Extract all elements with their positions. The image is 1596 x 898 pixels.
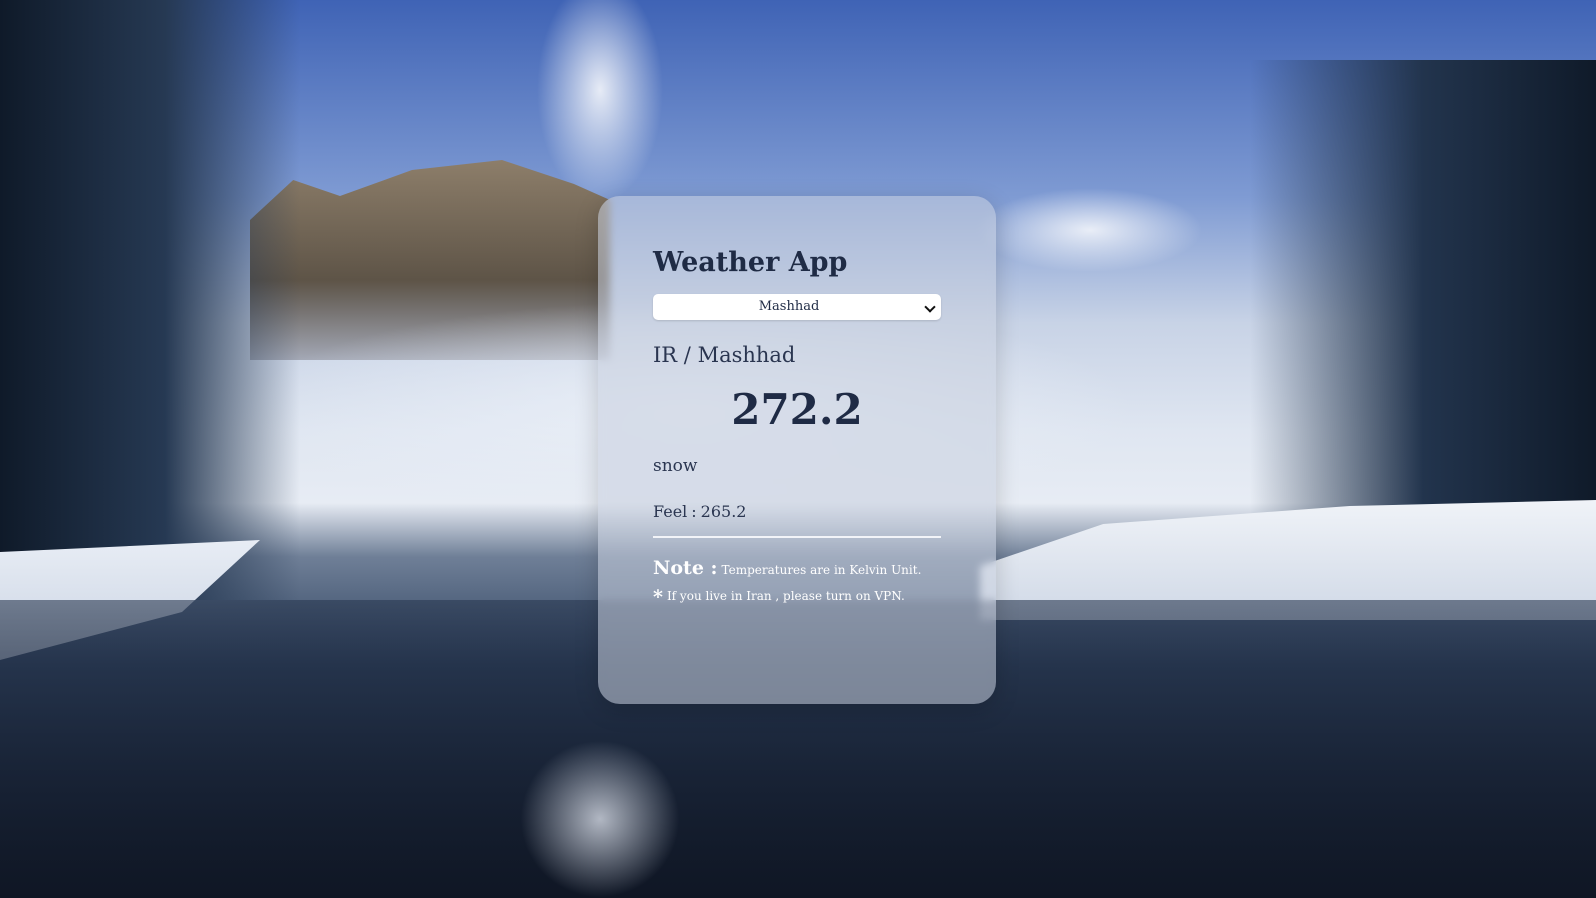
kelvin-note: Note : Temperatures are in Kelvin Unit.	[653, 556, 941, 582]
divider	[653, 536, 941, 538]
weather-card-content: Weather App Mashhad IR / Mashhad 272.2 s…	[653, 244, 941, 608]
feels-like: Feel:265.2	[653, 500, 941, 524]
country-code: IR	[653, 343, 678, 367]
city-select-value: Mashhad	[758, 299, 820, 314]
vpn-text: If you live in Iran , please turn on VPN…	[666, 589, 905, 603]
location-separator: /	[683, 343, 691, 367]
note-text: Temperatures are in Kelvin Unit.	[721, 563, 922, 577]
app-title: Weather App	[653, 247, 848, 278]
weather-card: Weather App Mashhad IR / Mashhad 272.2 s…	[598, 196, 996, 704]
feel-label: Feel	[653, 502, 688, 521]
feel-separator: :	[691, 502, 697, 521]
asterisk: *	[653, 586, 663, 608]
temperature-value: 272.2	[731, 385, 863, 434]
chevron-down-icon	[924, 301, 936, 313]
background-forest-left	[0, 0, 300, 600]
city-select[interactable]: Mashhad	[653, 294, 941, 320]
background-reflection	[520, 740, 680, 898]
feel-value: 265.2	[700, 502, 747, 521]
location-heading: IR / Mashhad	[653, 340, 941, 370]
vpn-note: * If you live in Iran , please turn on VP…	[653, 584, 941, 608]
city-name: Mashhad	[697, 343, 796, 367]
note-label: Note :	[653, 557, 718, 579]
weather-description: snow	[653, 456, 698, 476]
